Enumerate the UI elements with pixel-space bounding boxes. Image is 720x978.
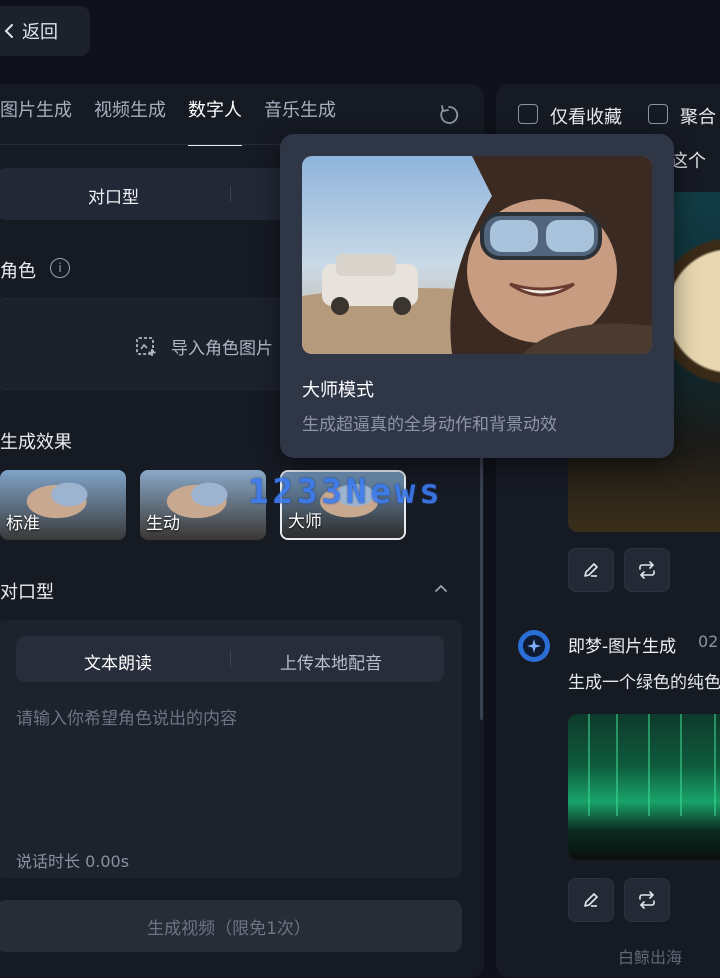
tab-video-generation[interactable]: 视频生成 [94,96,166,146]
import-role-image-button[interactable]: 导入角色图片 [0,298,296,390]
generate-video-button[interactable]: 生成视频（限免1次） [0,900,462,952]
star-icon [527,639,541,653]
edit-button[interactable] [568,878,614,922]
chevron-left-icon [4,24,13,38]
aggregate-label: 聚合 [680,107,716,128]
effect-option-label: 标准 [6,514,40,534]
tab-digital-human[interactable]: 数字人 [188,96,242,146]
mode-segment[interactable]: 对口型 [0,168,296,220]
popover-title: 大师模式 [302,380,374,401]
generated-image-green[interactable] [568,714,720,860]
role-label: 角色 [0,261,36,282]
master-mode-popover: 大师模式 生成超逼真的全身动作和背景动效 [280,134,674,458]
pencil-icon [584,563,598,577]
segment-divider [230,186,231,202]
app-avatar [518,630,550,662]
segment-divider [230,651,231,667]
popover-description: 生成超逼真的全身动作和背景动效 [302,415,557,435]
favorites-only-checkbox[interactable] [518,104,538,124]
back-label: 返回 [22,22,58,43]
effect-option-label: 生动 [146,514,180,534]
master-mode-preview-image [302,156,652,354]
chevron-up-icon[interactable] [432,580,450,598]
tab-image-generation[interactable]: 图片生成 [0,96,72,146]
lip-sync-section-title: 对口型 [0,582,54,603]
lip-sync-panel: 文本朗读 上传本地配音 请输入你希望角色说出的内容 说话时长 0.00s [0,620,462,878]
image-add-icon [136,337,156,356]
aggregate-checkbox[interactable] [648,104,668,124]
effect-option-standard[interactable]: 标准 [0,470,126,540]
back-button[interactable]: 返回 [0,6,90,56]
regenerate-button[interactable] [624,548,670,592]
speech-text-input[interactable]: 请输入你希望角色说出的内容 [16,704,237,729]
speech-duration: 说话时长 0.00s [16,852,130,871]
pencil-icon [584,893,598,907]
message-time: 02 [698,632,719,651]
watermark-overlay: 1233News [248,472,444,512]
mode-lip-sync[interactable]: 对口型 [88,183,139,208]
edit-button[interactable] [568,548,614,592]
repeat-icon [639,891,655,909]
repeat-icon [639,561,655,579]
watermark-bottom: 白鲸出海 [618,948,683,967]
app-name: 即梦-图片生成 [568,637,677,657]
tab-upload-audio[interactable]: 上传本地配音 [280,649,382,674]
effect-label: 生成效果 [0,432,72,453]
regenerate-button[interactable] [624,878,670,922]
tab-text-reading[interactable]: 文本朗读 [84,649,152,674]
lip-sync-source-segment: 文本朗读 上传本地配音 [16,636,444,682]
message-prompt: 生成一个绿色的纯色 [568,673,720,693]
refresh-icon[interactable] [438,104,460,126]
favorites-only-label: 仅看收藏 [550,107,622,128]
import-role-image-label: 导入角色图片 [171,339,273,359]
info-icon[interactable]: i [50,258,70,278]
